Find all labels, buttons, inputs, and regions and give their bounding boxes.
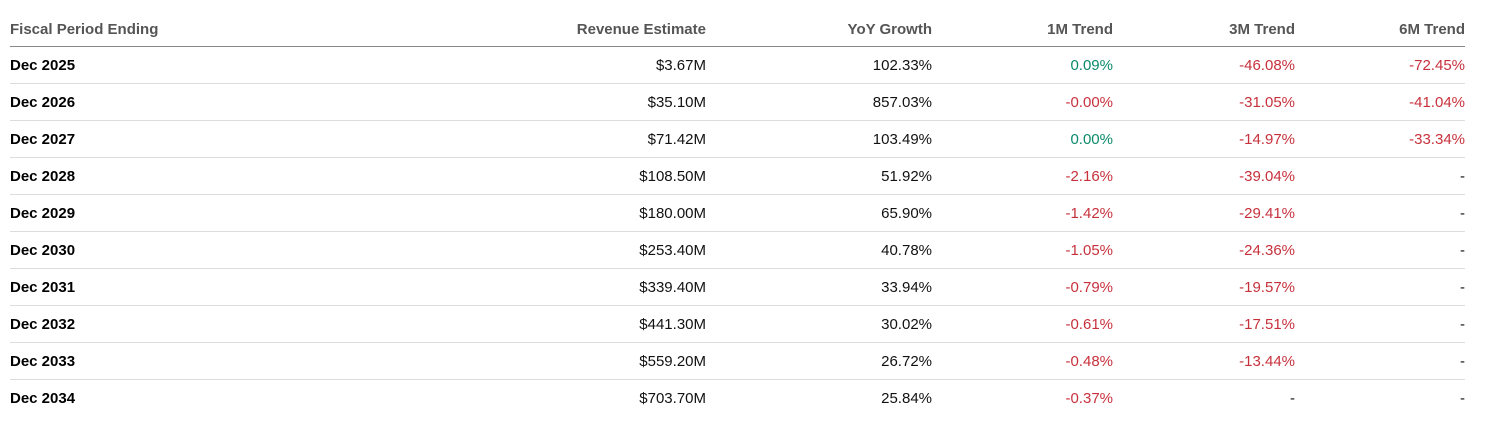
cell-trend-1m: -0.48% xyxy=(932,342,1113,380)
cell-trend-3m: -39.04% xyxy=(1113,157,1295,195)
cell-trend-1m: -0.00% xyxy=(932,83,1113,121)
cell-trend-6m: - xyxy=(1295,231,1465,269)
cell-yoy-growth: 30.02% xyxy=(706,305,932,343)
cell-trend-3m: -19.57% xyxy=(1113,268,1295,306)
cell-revenue-estimate: $703.70M xyxy=(639,389,706,407)
table-row: Dec 2033 $559.20M 26.72% -0.48% -13.44% - xyxy=(10,342,1465,380)
cell-trend-3m: -13.44% xyxy=(1113,342,1295,380)
table-row: Dec 2031 $339.40M 33.94% -0.79% -19.57% - xyxy=(10,268,1465,306)
cell-revenue-estimate: $180.00M xyxy=(480,194,706,232)
cell-trend-1m: -1.05% xyxy=(932,231,1113,269)
cell-revenue-estimate: $71.42M xyxy=(480,120,706,158)
column-header-fiscal-period[interactable]: Fiscal Period Ending xyxy=(10,12,480,47)
cell-revenue-estimate: $35.10M xyxy=(480,83,706,121)
cell-revenue-estimate: $108.50M xyxy=(480,157,706,195)
column-header-trend-3m[interactable]: 3M Trend xyxy=(1113,12,1295,47)
cell-trend-1m: -0.37% xyxy=(1065,389,1113,407)
cell-trend-6m: -33.34% xyxy=(1295,120,1465,158)
cell-trend-3m: -24.36% xyxy=(1113,231,1295,269)
table-row: Dec 2032 $441.30M 30.02% -0.61% -17.51% - xyxy=(10,305,1465,343)
cell-trend-6m: -72.45% xyxy=(1295,46,1465,84)
table-row: Dec 2025 $3.67M 102.33% 0.09% -46.08% -72.45% xyxy=(10,46,1465,84)
cell-trend-1m: -0.61% xyxy=(932,305,1113,343)
cell-trend-1m: -1.42% xyxy=(932,194,1113,232)
column-header-yoy-growth[interactable]: YoY Growth xyxy=(706,12,932,47)
cell-trend-6m: - xyxy=(1295,305,1465,343)
table-row: Dec 2027 $71.42M 103.49% 0.00% -14.97% -33.34… xyxy=(10,120,1465,158)
table-row: Dec 2026 $35.10M 857.03% -0.00% -31.05% -41.0… xyxy=(10,83,1465,121)
table-row: Dec 2029 $180.00M 65.90% -1.42% -29.41% - xyxy=(10,194,1465,232)
cell-fiscal-period: Dec 2033 xyxy=(10,342,480,380)
cell-yoy-growth: 33.94% xyxy=(706,268,932,306)
cell-fiscal-period: Dec 2034 xyxy=(10,389,76,407)
cell-revenue-estimate: $253.40M xyxy=(480,231,706,269)
cell-revenue-estimate: $441.30M xyxy=(480,305,706,343)
table-row: Dec 2034 $703.70M 25.84% -0.37% - - xyxy=(10,380,1465,417)
cell-fiscal-period: Dec 2032 xyxy=(10,305,480,343)
cell-trend-6m: - xyxy=(1460,389,1465,407)
cell-trend-6m: - xyxy=(1295,157,1465,195)
cell-trend-1m: -2.16% xyxy=(932,157,1113,195)
cell-trend-6m: - xyxy=(1295,268,1465,306)
cell-trend-1m: 0.00% xyxy=(932,120,1113,158)
cell-fiscal-period: Dec 2030 xyxy=(10,231,480,269)
cell-trend-1m: -0.79% xyxy=(932,268,1113,306)
cell-yoy-growth: 25.84% xyxy=(881,389,932,407)
cell-trend-1m: 0.09% xyxy=(932,46,1113,84)
cell-fiscal-period: Dec 2028 xyxy=(10,157,480,195)
cell-yoy-growth: 103.49% xyxy=(706,120,932,158)
column-header-trend-6m[interactable]: 6M Trend xyxy=(1295,12,1465,47)
cell-trend-3m: -17.51% xyxy=(1113,305,1295,343)
cell-yoy-growth: 65.90% xyxy=(706,194,932,232)
cell-yoy-growth: 51.92% xyxy=(706,157,932,195)
cell-revenue-estimate: $3.67M xyxy=(480,46,706,84)
cell-trend-3m: -46.08% xyxy=(1113,46,1295,84)
cell-fiscal-period: Dec 2031 xyxy=(10,268,480,306)
table-row: Dec 2028 $108.50M 51.92% -2.16% -39.04% - xyxy=(10,157,1465,195)
cell-yoy-growth: 26.72% xyxy=(706,342,932,380)
cell-yoy-growth: 857.03% xyxy=(706,83,932,121)
column-header-revenue-estimate[interactable]: Revenue Estimate xyxy=(480,12,706,47)
cell-trend-3m: - xyxy=(1290,389,1295,407)
cell-revenue-estimate: $339.40M xyxy=(480,268,706,306)
table-row: Dec 2030 $253.40M 40.78% -1.05% -24.36% - xyxy=(10,231,1465,269)
cell-yoy-growth: 40.78% xyxy=(706,231,932,269)
cell-yoy-growth: 102.33% xyxy=(706,46,932,84)
cell-trend-3m: -14.97% xyxy=(1113,120,1295,158)
cell-trend-3m: -31.05% xyxy=(1113,83,1295,121)
cell-trend-6m: - xyxy=(1295,342,1465,380)
cell-fiscal-period: Dec 2026 xyxy=(10,83,480,121)
cell-trend-6m: - xyxy=(1295,194,1465,232)
revenue-estimates-table: Fiscal Period Ending Revenue Estimate YoY … xyxy=(10,12,1465,416)
header-row: Fiscal Period Ending Revenue Estimate YoY … xyxy=(10,12,1465,47)
cell-trend-6m: -41.04% xyxy=(1295,83,1465,121)
cell-revenue-estimate: $559.20M xyxy=(480,342,706,380)
cell-fiscal-period: Dec 2029 xyxy=(10,194,480,232)
column-header-trend-1m[interactable]: 1M Trend xyxy=(932,12,1113,47)
cell-trend-3m: -29.41% xyxy=(1113,194,1295,232)
cell-fiscal-period: Dec 2025 xyxy=(10,46,480,84)
cell-fiscal-period: Dec 2027 xyxy=(10,120,480,158)
